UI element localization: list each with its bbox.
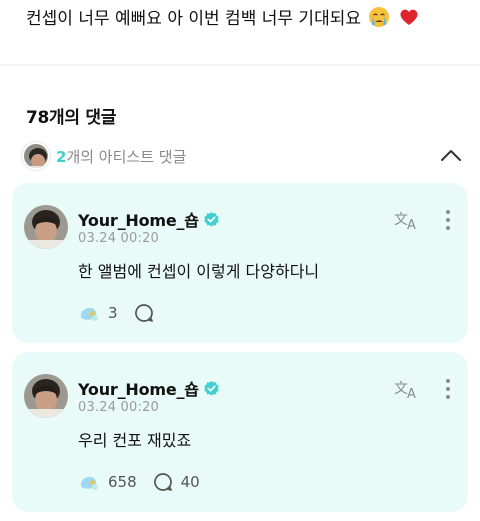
post-body: 컨셉이 너무 예뻐요 아 이번 컴백 너무 기대되요 [26, 9, 361, 29]
verified-badge-icon [204, 211, 219, 227]
like-count: 3 [108, 304, 118, 322]
comment-author[interactable]: Your_Home_숍 [78, 376, 220, 400]
like-count: 658 [108, 473, 137, 491]
comment-body: 우리 컨포 재밌죠 [78, 431, 192, 450]
svg-text:A: A [407, 218, 416, 231]
reply-count: 40 [180, 473, 200, 491]
more-vertical-icon[interactable] [444, 378, 452, 400]
reply-icon[interactable] [134, 303, 154, 323]
chevron-up-icon[interactable] [440, 147, 462, 163]
translate-icon[interactable]: 文 A [394, 209, 420, 231]
artist-comments-text: 개의 아티스트 댓글 [66, 147, 187, 166]
comment-count-heading: 78개의 댓글 [26, 108, 117, 128]
comment-author[interactable]: Your_Home_숍 [78, 207, 220, 231]
more-vertical-icon[interactable] [444, 209, 452, 231]
verified-badge-icon [204, 380, 219, 396]
artist-comments-toggle[interactable]: 2개의 아티스트 댓글 [22, 141, 462, 171]
artist-comment-count: 2 [56, 147, 67, 166]
avatar[interactable] [24, 205, 68, 249]
svg-text:A: A [407, 387, 416, 400]
comment-date: 03.24 00:20 [78, 400, 160, 415]
reply-icon[interactable] [153, 472, 173, 492]
svg-text:文: 文 [394, 381, 408, 397]
translate-icon[interactable]: 文 A [394, 378, 420, 400]
artist-comment-card: Your_Home_숍 03.24 00:20 우리 컨포 재밌죠 文 A 65… [12, 352, 468, 512]
author-name: Your_Home_숍 [78, 211, 199, 230]
author-name: Your_Home_숍 [78, 380, 199, 399]
comment-body: 한 앨범에 컨셉이 이렇게 다양하다니 [78, 262, 320, 281]
comment-date: 03.24 00:20 [78, 231, 160, 246]
avatar[interactable] [24, 374, 68, 418]
like-icon[interactable] [78, 302, 100, 324]
crying-face-emoji-icon [368, 6, 390, 34]
comment-actions: 658 40 [78, 470, 200, 494]
post-text: 컨셉이 너무 예뻐요 아 이번 컴백 너무 기대되요 [26, 6, 466, 34]
comment-actions: 3 [78, 301, 162, 325]
artist-comment-card: Your_Home_숍 03.24 00:20 한 앨범에 컨셉이 이렇게 다양… [12, 183, 468, 343]
artist-avatar-mini [22, 142, 50, 170]
red-heart-emoji-icon [398, 6, 420, 34]
artist-comments-label: 2개의 아티스트 댓글 [56, 146, 186, 167]
like-icon[interactable] [78, 471, 100, 493]
section-divider [0, 64, 480, 66]
svg-text:文: 文 [394, 212, 408, 228]
